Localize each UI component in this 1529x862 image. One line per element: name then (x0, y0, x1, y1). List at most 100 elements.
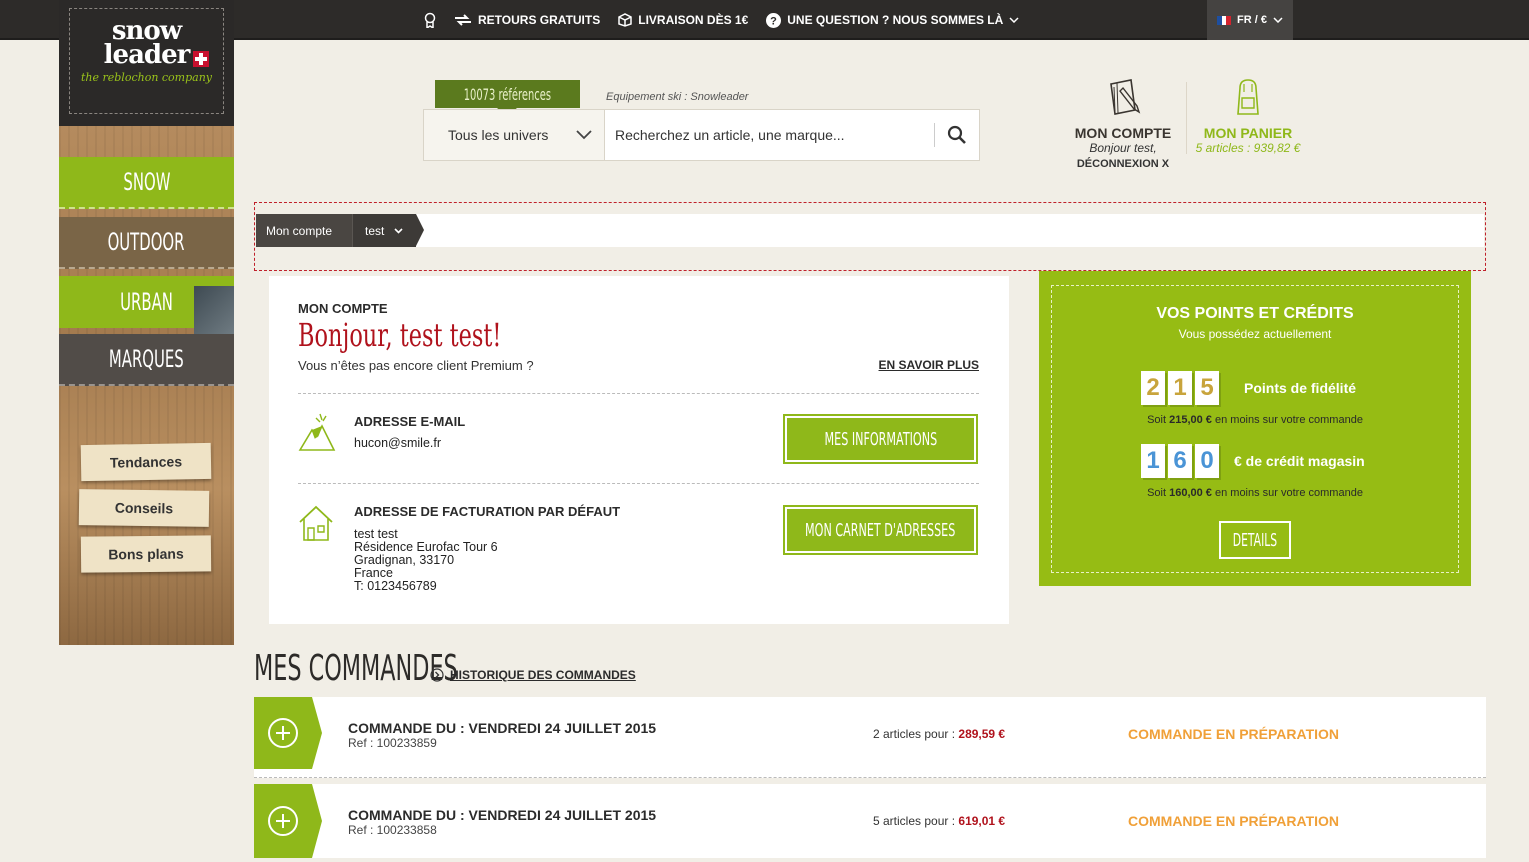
orders-title: MES COMMANDES (254, 648, 458, 689)
references-count: 10073 références (463, 84, 552, 104)
divider (298, 483, 979, 484)
order-summary: 5 articles pour : 619,01 € (873, 814, 1005, 828)
box-icon (618, 13, 632, 27)
address-book-label: MON CARNET D'ADRESSES (805, 519, 956, 541)
fidelity-digit: 1 (1168, 371, 1192, 405)
order-items: 2 articles pour : (873, 727, 956, 741)
breadcrumb-current-label: test (365, 223, 385, 238)
page-title: Bonjour, test test! (298, 316, 502, 354)
breadcrumb: Mon compte test (256, 214, 1484, 247)
search-input[interactable] (605, 110, 934, 160)
order-amount: 289,59 € (958, 727, 1006, 741)
fidelity-counter: 2 1 5 (1141, 371, 1219, 405)
points-subtitle: Vous possédez actuellement (1178, 327, 1332, 341)
order-amount: 619,01 € (958, 814, 1006, 828)
order-ref: Ref : 100233858 (348, 823, 437, 837)
billing-title: ADRESSE DE FACTURATION PAR DÉFAUT (354, 504, 621, 519)
breadcrumb-root[interactable]: Mon compte (256, 214, 352, 247)
order-history-link[interactable]: HISTORIQUE DES COMMANDES (430, 668, 636, 682)
site-logo[interactable]: snow leader the reblochon company (59, 0, 234, 126)
nav-snow[interactable]: SNOW (59, 157, 234, 209)
cart-summary: 5 articles : 939,82 € (1195, 141, 1301, 155)
language-label: FR / € (1237, 14, 1267, 26)
fidelity-digit: 2 (1141, 371, 1165, 405)
sidebar: snow leader the reblochon company SNOW O… (59, 0, 234, 645)
search-box: Tous les univers (423, 109, 980, 161)
fidelity-note-post: en moins sur votre commande (1214, 414, 1363, 426)
topbar-returns[interactable]: RETOURS GRATUITS (454, 13, 600, 27)
credit-digit: 1 (1141, 444, 1165, 478)
cart-title: MON PANIER (1203, 125, 1293, 141)
header-divider (1186, 82, 1187, 154)
credit-digit: 6 (1168, 444, 1192, 478)
expand-order-button[interactable] (254, 784, 322, 858)
topbar-ribbon[interactable] (424, 12, 436, 28)
credit-amount: 160,00 € (1169, 487, 1212, 499)
details-label: DETAILS (1232, 529, 1278, 551)
learn-more-link[interactable]: EN SAVOIR PLUS (879, 358, 979, 372)
account-greeting: Bonjour test, (1089, 141, 1157, 155)
topbar-delivery[interactable]: LIVRAISON DÈS 1€ (618, 13, 748, 27)
search-button[interactable] (935, 110, 979, 160)
order-row: COMMANDE DU : VENDREDI 24 JUILLET 2015 R… (254, 784, 1486, 858)
account-menu[interactable]: MON COMPTE Bonjour test, DÉCONNEXION X (1064, 78, 1182, 170)
account-card: MON COMPTE Bonjour, test test! Vous n’êt… (269, 276, 1009, 624)
card-kicker: MON COMPTE (298, 301, 388, 316)
account-title: MON COMPTE (1074, 125, 1172, 141)
premium-text: Vous n’êtes pas encore client Premium ? (298, 358, 534, 373)
my-info-button[interactable]: MES INFORMATIONS (783, 414, 978, 464)
savoie-cross-icon (193, 51, 209, 67)
my-info-label: MES INFORMATIONS (824, 428, 937, 450)
topbar-delivery-label: LIVRAISON DÈS 1€ (638, 13, 749, 27)
email-value: hucon@smile.fr (354, 436, 442, 450)
notebook-pen-icon (1110, 79, 1141, 115)
fidelity-label: Points de fidélité (1244, 380, 1357, 396)
univers-select[interactable]: Tous les univers (424, 110, 605, 160)
ribbon-icon (424, 12, 436, 28)
details-button[interactable]: DETAILS (1219, 521, 1291, 559)
credit-label: € de crédit magasin (1234, 453, 1365, 469)
credit-note-post: en moins sur votre commande (1214, 487, 1363, 499)
language-selector[interactable]: FR / € (1207, 0, 1293, 40)
nav-marques-label: MARQUES (109, 345, 184, 373)
logo-tagline: the reblochon company (80, 71, 213, 84)
house-icon (299, 505, 333, 541)
logout-link[interactable]: DÉCONNEXION X (1064, 158, 1182, 170)
breadcrumb-current[interactable]: test (352, 214, 424, 247)
search-caption: Equipement ski : Snowleader (606, 91, 749, 103)
nav-marques[interactable]: MARQUES (59, 334, 234, 386)
search-icon (947, 125, 966, 144)
breadcrumb-area: Mon compte test (254, 202, 1486, 271)
sidebar-link-conseils[interactable]: Conseils (78, 489, 210, 527)
nav-urban[interactable]: URBAN (59, 276, 234, 334)
order-status: COMMANDE EN PRÉPARATION (1128, 813, 1340, 829)
plus-circle-icon (268, 718, 298, 748)
return-arrows-icon (455, 14, 471, 26)
points-title: VOS POINTS ET CRÉDITS (1156, 305, 1354, 322)
nav-outdoor[interactable]: OUTDOOR (59, 217, 234, 269)
nav-urban-label: URBAN (120, 288, 173, 316)
sidebar-link-bons-plans[interactable]: Bons plans (80, 535, 212, 573)
order-history-label: HISTORIQUE DES COMMANDES (450, 668, 636, 682)
expand-order-button[interactable] (254, 697, 322, 769)
order-title: COMMANDE DU : VENDREDI 24 JUILLET 2015 (348, 807, 657, 823)
fidelity-note-pre: Soit (1147, 414, 1167, 426)
points-panel: VOS POINTS ET CRÉDITS Vous possédez actu… (1039, 271, 1471, 586)
plus-circle-icon (268, 806, 298, 836)
chevron-down-icon (394, 227, 403, 234)
svg-text:?: ? (770, 15, 777, 27)
chevron-down-icon (576, 130, 592, 140)
address-book-button[interactable]: MON CARNET D'ADRESSES (783, 505, 978, 555)
chevron-down-icon (1273, 17, 1283, 23)
divider (298, 393, 979, 394)
cart-menu[interactable]: MON PANIER 5 articles : 939,82 € (1192, 78, 1304, 155)
topbar-help-label: UNE QUESTION ? NOUS SOMMES LÀ (787, 13, 1004, 27)
topbar-returns-label: RETOURS GRATUITS (478, 13, 601, 27)
topbar-help[interactable]: ? UNE QUESTION ? NOUS SOMMES LÀ (766, 12, 1019, 28)
question-icon: ? (766, 12, 782, 28)
france-flag-icon (1217, 15, 1232, 25)
sidebar-link-tendances[interactable]: Tendances (80, 442, 212, 482)
chevron-down-icon (1009, 17, 1019, 23)
credit-note: Soit 160,00 € en moins sur votre command… (1052, 487, 1458, 499)
credit-counter: 1 6 0 (1141, 444, 1219, 478)
